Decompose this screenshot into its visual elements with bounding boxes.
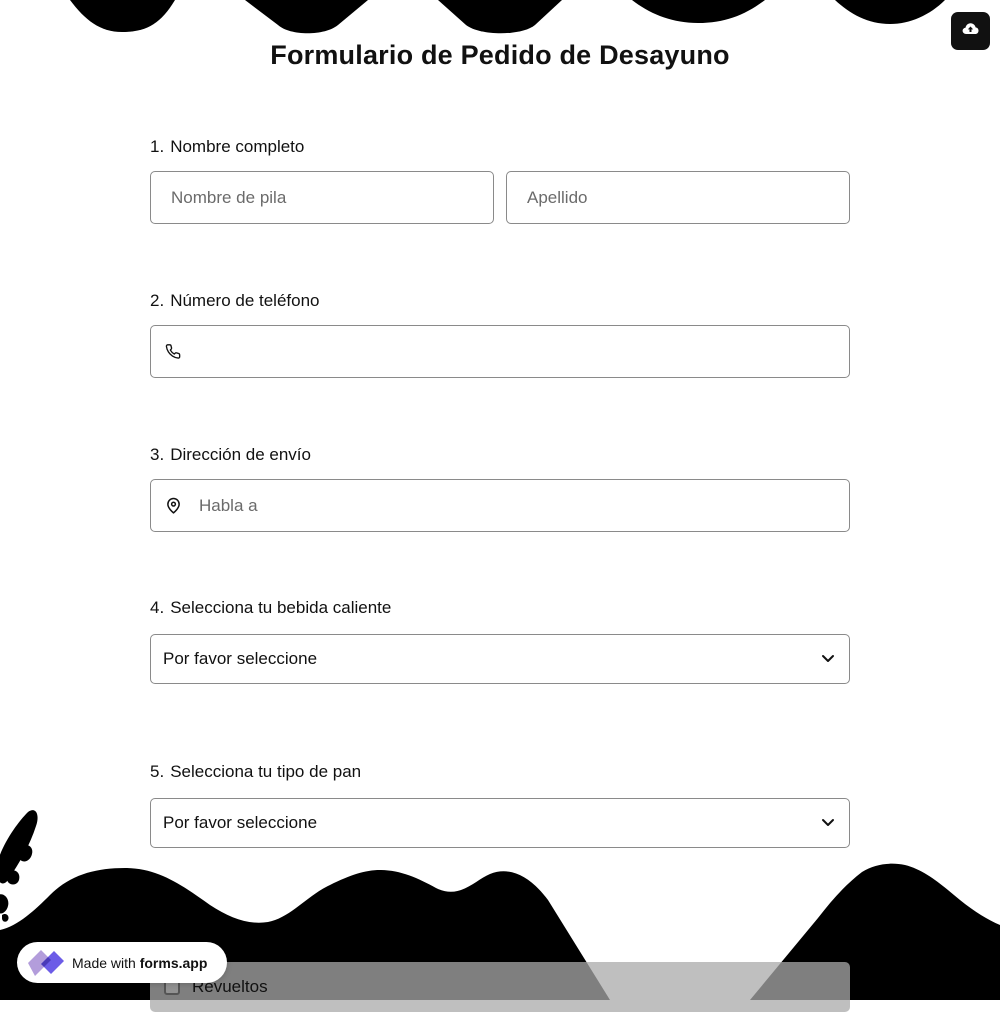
question-number: 3.: [150, 445, 165, 464]
question-number: 2.: [150, 291, 165, 310]
question-text: Número de teléfono: [170, 291, 320, 310]
address-input[interactable]: [199, 480, 849, 531]
phone-field[interactable]: [150, 325, 850, 378]
question-text: Nombre completo: [170, 137, 305, 156]
hot-drink-select[interactable]: Por favor seleccione: [150, 634, 850, 684]
select-value: Por favor seleccione: [163, 813, 318, 832]
chevron-down-icon: [821, 650, 835, 668]
question-label: 3. Dirección de envío: [150, 443, 850, 467]
location-pin-icon: [165, 496, 181, 516]
question-bread-type: 5. Selecciona tu tipo de pan Por favor se…: [150, 760, 850, 848]
question-address: 3. Dirección de envío: [150, 443, 850, 532]
form-title: Formulario de Pedido de Desayuno: [270, 40, 730, 70]
last-name-input[interactable]: [527, 172, 849, 223]
question-label: 5. Selecciona tu tipo de pan: [150, 760, 850, 784]
option-scrambled[interactable]: Revueltos: [150, 962, 850, 1012]
badge-brand: forms.app: [139, 954, 208, 971]
question-phone: 2. Número de teléfono: [150, 289, 850, 378]
question-number: 1.: [150, 137, 165, 156]
last-name-field[interactable]: [506, 171, 850, 224]
forms-app-logo-icon: [26, 945, 66, 981]
phone-icon: [165, 342, 181, 362]
bread-type-select[interactable]: Por favor seleccione: [150, 798, 850, 848]
first-name-input[interactable]: [171, 172, 493, 223]
question-full-name: 1. Nombre completo: [150, 135, 850, 224]
question-number: 5.: [150, 762, 165, 781]
question-label: 4. Selecciona tu bebida caliente: [150, 596, 850, 620]
chevron-down-icon: [821, 814, 835, 832]
cloud-upload-icon: [962, 22, 979, 40]
question-number: 4.: [150, 598, 165, 617]
question-text: Dirección de envío: [170, 445, 311, 464]
form-page: Formulario de Pedido de Desayuno 1. Nombr…: [0, 0, 1000, 1012]
badge-text: Made with forms.app: [72, 955, 207, 971]
address-field[interactable]: [150, 479, 850, 532]
question-label: 1. Nombre completo: [150, 135, 850, 159]
made-with-badge[interactable]: Made with forms.app: [17, 942, 227, 983]
first-name-field[interactable]: [150, 171, 494, 224]
select-value: Por favor seleccione: [163, 649, 318, 668]
question-text: Selecciona tu bebida caliente: [170, 598, 392, 617]
badge-prefix: Made with: [72, 954, 136, 971]
phone-input[interactable]: [199, 326, 849, 377]
question-hot-drink: 4. Selecciona tu bebida caliente Por favo…: [150, 596, 850, 684]
question-text: Selecciona tu tipo de pan: [170, 762, 362, 781]
question-label: 2. Número de teléfono: [150, 289, 850, 313]
